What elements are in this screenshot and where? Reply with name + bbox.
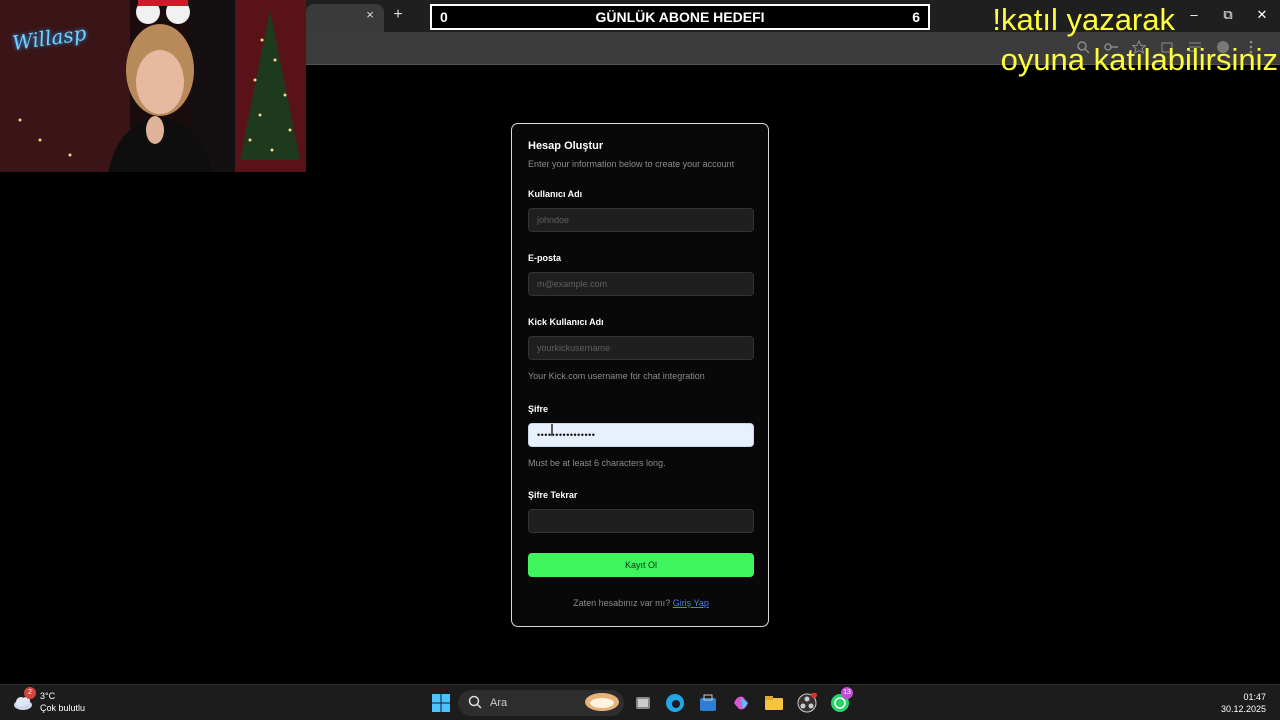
kick-username-hint: Your Kick.com username for chat integrat… <box>528 371 705 381</box>
email-input[interactable] <box>528 272 754 296</box>
search-placeholder: Ara <box>490 697 508 709</box>
weather-temperature: 3°C <box>40 691 56 701</box>
signup-card: Hesap Oluştur Enter your information bel… <box>511 123 769 627</box>
confirm-password-label: Şifre Tekrar <box>528 490 578 500</box>
whatsapp-icon[interactable]: 13 <box>830 687 853 713</box>
windows-start-icon[interactable] <box>431 693 451 713</box>
email-label: E-posta <box>528 253 562 263</box>
store-icon[interactable] <box>698 693 718 713</box>
login-prompt: Zaten hesabınız var mı? Giriş Yap <box>512 598 770 608</box>
card-subtitle: Enter your information below to create y… <box>528 159 735 169</box>
clock-time: 01:47 <box>1243 692 1266 702</box>
register-button[interactable]: Kayıt Ol <box>528 553 754 577</box>
search-icon <box>468 695 482 712</box>
goal-title: GÜNLÜK ABONE HEDEFI <box>595 9 765 25</box>
weather-badge: 2 <box>24 687 36 699</box>
file-explorer-icon[interactable] <box>764 693 784 713</box>
search-highlight-icon <box>584 692 620 715</box>
subscriber-goal-bar: 0 GÜNLÜK ABONE HEDEFI 6 <box>430 4 930 30</box>
card-title: Hesap Oluştur <box>528 140 604 152</box>
kick-username-input[interactable] <box>528 336 754 360</box>
webcam-feed: Willasp <box>0 0 306 172</box>
password-label: Şifre <box>528 404 549 414</box>
weather-widget[interactable]: 2 3°C Çok bulutlu <box>12 687 86 714</box>
login-prompt-text: Zaten hesabınız var mı? <box>573 598 671 608</box>
clock-date: 30.12.2025 <box>1220 704 1266 714</box>
edge-browser-icon[interactable] <box>665 693 685 713</box>
login-link[interactable]: Giriş Yap <box>673 598 709 608</box>
overlay-line-1: !katıl yazarak <box>992 2 1175 37</box>
password-input[interactable] <box>528 423 754 447</box>
cloud-icon: 2 <box>12 687 36 713</box>
confirm-password-input[interactable] <box>528 509 754 533</box>
username-input[interactable] <box>528 208 754 232</box>
password-hint: Must be at least 6 characters long. <box>528 458 666 468</box>
text-cursor-icon <box>551 424 553 436</box>
overlay-line-2: oyuna katılabilirsiniz <box>1000 42 1278 77</box>
taskbar-search[interactable]: Ara <box>458 690 624 716</box>
copilot-icon[interactable] <box>731 693 751 713</box>
new-tab-button[interactable]: + <box>390 6 406 24</box>
kick-username-label: Kick Kullanıcı Adı <box>528 317 604 327</box>
username-label: Kullanıcı Adı <box>528 189 583 199</box>
tab-close-button[interactable]: × <box>362 7 378 23</box>
chat-command-overlay: !katıl yazarak oyuna katılabilirsiniz <box>992 0 1278 80</box>
whatsapp-badge: 13 <box>841 687 853 699</box>
windows-taskbar: 2 3°C Çok bulutlu Ara 13 01:47 30.12.202… <box>0 684 1280 720</box>
weather-description: Çok bulutlu <box>40 703 86 713</box>
system-clock[interactable]: 01:47 30.12.2025 <box>1221 691 1266 715</box>
screen: × + – ⧉ ✕ 0 GÜNLÜK ABONE HEDEFI 6 !katıl… <box>0 0 1280 720</box>
obs-icon[interactable] <box>797 692 817 713</box>
task-view-icon[interactable] <box>633 693 653 713</box>
